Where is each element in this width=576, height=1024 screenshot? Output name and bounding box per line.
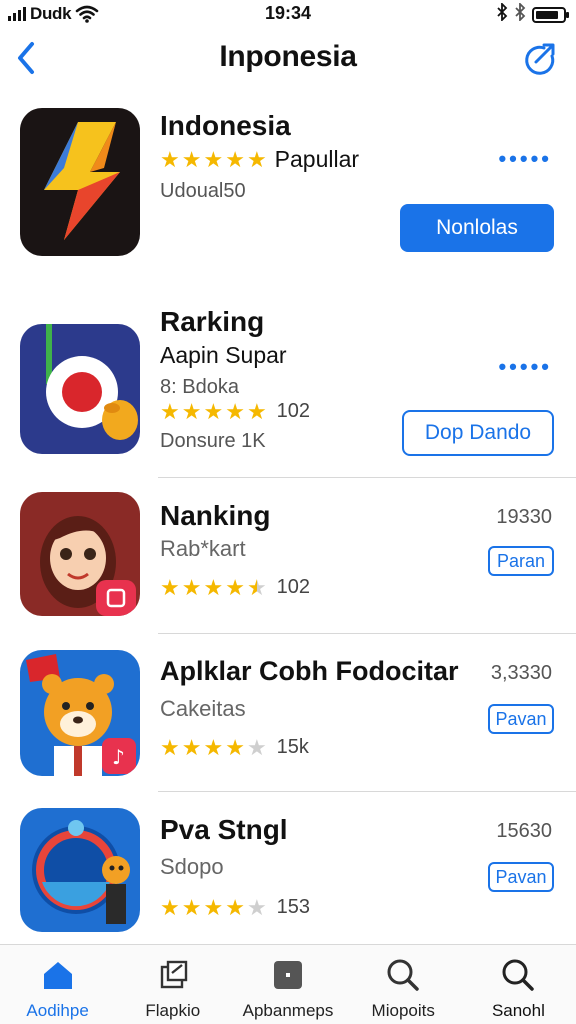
more-options-icon[interactable]: ••••• — [498, 146, 552, 172]
app-icon-character — [20, 808, 140, 932]
star-icon: ★ — [160, 734, 180, 760]
star-icon: ★ — [181, 146, 202, 172]
divider — [158, 791, 576, 792]
app-subtitle: Cakeitas — [160, 696, 246, 721]
app-meta: 8: Bdoka — [160, 376, 239, 398]
rating-stars: ★ ★ ★ ★ ★ 102 — [160, 400, 310, 423]
star-empty-icon: ★ — [246, 894, 267, 920]
app-icon-record — [20, 324, 140, 454]
search-icon — [500, 957, 536, 993]
app-subtitle: Sdopo — [160, 854, 224, 879]
tab-label: Miopoits — [371, 1001, 435, 1020]
star-icon: ★ — [181, 398, 202, 424]
rating-count: 102 — [276, 400, 311, 422]
rating-stars: ★ ★ ★ ★ ★ 102 — [160, 576, 310, 599]
get-button[interactable]: Pavan — [488, 704, 554, 734]
get-button[interactable]: Paran — [488, 546, 554, 576]
home-icon — [40, 957, 76, 993]
star-icon: ★ — [203, 574, 224, 600]
star-icon: ★ — [181, 894, 202, 920]
app-price: 3,3330 — [490, 662, 552, 684]
star-icon: ★ — [246, 398, 267, 424]
app-icon-girl — [20, 492, 140, 616]
list-item[interactable]: Rarking Aapin Supar 8: Bdoka ★ ★ ★ ★ ★ 1… — [0, 300, 576, 470]
app-price: 15630 — [496, 820, 552, 842]
games-icon — [270, 957, 306, 993]
list-item[interactable]: ♪ Aplklar Cobh Fodocitar Cakeitas ★ ★ ★ … — [0, 636, 576, 786]
star-icon: ★ — [225, 734, 245, 760]
bluetooth-icon — [496, 1, 508, 26]
star-icon: ★ — [181, 734, 202, 760]
rating-label: Papullar — [274, 146, 360, 172]
tab-apps[interactable]: Flapkio — [115, 945, 230, 1024]
tab-search-apps[interactable]: Miopoits — [346, 945, 461, 1024]
rating-stars: ★ ★ ★ ★ ★ 15k — [160, 736, 309, 759]
tab-search[interactable]: Sanohl — [461, 945, 576, 1024]
star-icon: ★ — [160, 894, 180, 920]
star-half-icon: ★ — [246, 574, 267, 600]
star-icon: ★ — [225, 894, 245, 920]
tab-label: Apbanmeps — [242, 1001, 334, 1020]
star-icon: ★ — [203, 734, 224, 760]
app-title: Nanking — [160, 500, 271, 531]
rating-count: 102 — [276, 576, 311, 598]
page-title: Inponesia — [219, 40, 357, 73]
tab-home[interactable]: Aodihpe — [0, 945, 115, 1024]
battery-fill — [536, 10, 558, 19]
open-button[interactable]: Dop Dando — [402, 410, 554, 456]
get-button[interactable]: Nonlolas — [400, 204, 554, 252]
app-subtitle: Aapin Supar — [160, 342, 287, 368]
app-icon-tiger: ♪ — [20, 650, 140, 776]
status-bar: Dudk 19:34 — [0, 0, 576, 28]
app-meta: Udoual50 — [160, 180, 246, 202]
star-icon: ★ — [203, 146, 224, 172]
svg-text:♪: ♪ — [112, 745, 125, 769]
star-icon: ★ — [160, 398, 180, 424]
more-options-icon[interactable]: ••••• — [498, 354, 552, 380]
tab-bar: Aodihpe Flapkio Apbanmeps Miopoits Sanoh… — [0, 944, 576, 1024]
bluetooth-icon — [514, 1, 526, 26]
search-icon — [385, 957, 421, 993]
get-button[interactable]: Pavan — [488, 862, 554, 892]
app-price: 19330 — [496, 506, 552, 528]
tab-label: Sanohl — [491, 1001, 545, 1020]
star-icon: ★ — [225, 398, 245, 424]
battery-icon — [532, 6, 569, 23]
star-icon: ★ — [181, 574, 202, 600]
app-title: Pva Stngl — [160, 814, 288, 845]
app-meta-downloads: Donsure 1K — [160, 430, 266, 452]
divider — [158, 633, 576, 634]
nav-bar: Inponesia — [0, 28, 576, 90]
divider — [158, 477, 576, 478]
list-item[interactable]: Pva Stngl Sdopo ★ ★ ★ ★ ★ 153 15630 Pava… — [0, 794, 576, 942]
rating-count: 153 — [276, 896, 311, 918]
star-icon: ★ — [160, 146, 180, 172]
share-icon[interactable] — [522, 40, 558, 76]
status-right — [496, 1, 569, 26]
app-title: Aplklar Cobh Fodocitar — [160, 656, 459, 686]
rating-stars: ★ ★ ★ ★ ★ Papullar — [160, 146, 359, 173]
star-icon: ★ — [246, 146, 267, 172]
apps-icon — [155, 957, 191, 993]
app-title: Rarking — [160, 306, 265, 337]
tab-label: Flapkio — [145, 1001, 201, 1020]
star-icon: ★ — [203, 398, 224, 424]
list-item[interactable]: Indonesia ★ ★ ★ ★ ★ Papullar Udoual50 ••… — [0, 100, 576, 270]
star-icon: ★ — [225, 574, 245, 600]
star-icon: ★ — [225, 146, 245, 172]
star-empty-icon: ★ — [246, 734, 267, 760]
app-subtitle: Rab*kart — [160, 536, 246, 561]
status-time: 19:34 — [264, 3, 312, 23]
rating-count: 15k — [276, 736, 309, 758]
app-icon-bolt — [20, 108, 140, 256]
list-item[interactable]: Nanking Rab*kart ★ ★ ★ ★ ★ 102 19330 Par… — [0, 480, 576, 630]
star-icon: ★ — [160, 574, 180, 600]
tab-label: Aodihpe — [26, 1001, 89, 1020]
tab-games[interactable]: Apbanmeps — [230, 945, 345, 1024]
rating-stars: ★ ★ ★ ★ ★ 153 — [160, 896, 310, 919]
star-icon: ★ — [203, 894, 224, 920]
app-title: Indonesia — [160, 110, 291, 141]
